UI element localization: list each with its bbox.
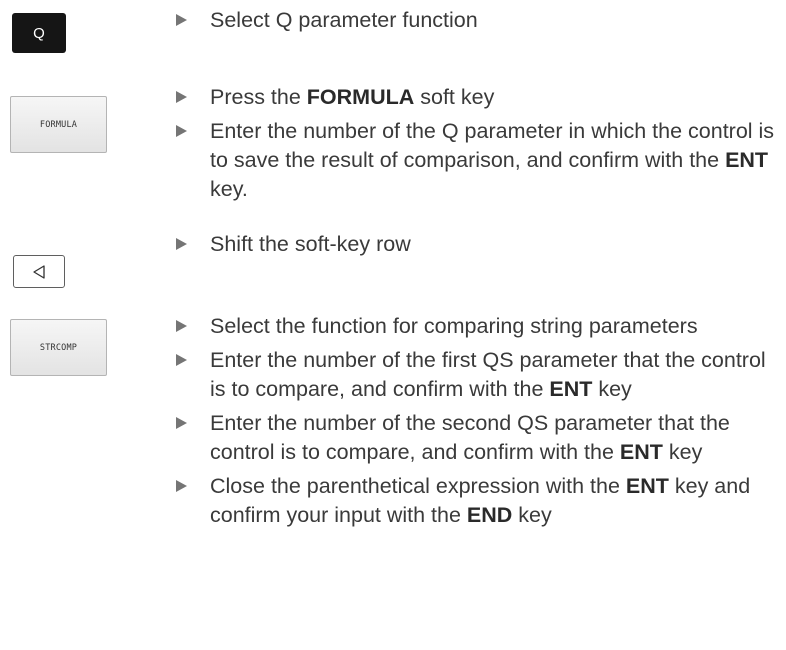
- step-group-strcomp: Select the function for comparing string…: [176, 312, 786, 535]
- triangle-left-icon: [33, 264, 45, 279]
- step-close-expression: Close the parenthetical expression with …: [176, 472, 786, 530]
- formula-soft-key-label: FORMULA: [39, 119, 78, 130]
- strcomp-soft-key-label: STRCOMP: [39, 342, 78, 353]
- step-select-strcomp: Select the function for comparing string…: [176, 312, 786, 341]
- strcomp-soft-key[interactable]: STRCOMP: [10, 319, 107, 376]
- step-select-q-function: Select Q parameter function: [176, 6, 786, 35]
- step-enter-result-parameter: Enter the number of the Q parameter in w…: [176, 117, 786, 204]
- q-key[interactable]: Q: [12, 13, 66, 53]
- step-group-q: Select Q parameter function: [176, 6, 786, 40]
- formula-soft-key[interactable]: FORMULA: [10, 96, 107, 153]
- step-group-formula: Press the FORMULA soft key Enter the num…: [176, 83, 786, 209]
- step-enter-first-qs: Enter the number of the first QS paramet…: [176, 346, 786, 404]
- shift-soft-key-row-key[interactable]: [13, 255, 65, 288]
- q-key-label: Q: [33, 24, 45, 42]
- step-press-formula: Press the FORMULA soft key: [176, 83, 786, 112]
- step-group-shift: Shift the soft-key row: [176, 230, 786, 264]
- step-shift-soft-key-row: Shift the soft-key row: [176, 230, 786, 259]
- step-enter-second-qs: Enter the number of the second QS parame…: [176, 409, 786, 467]
